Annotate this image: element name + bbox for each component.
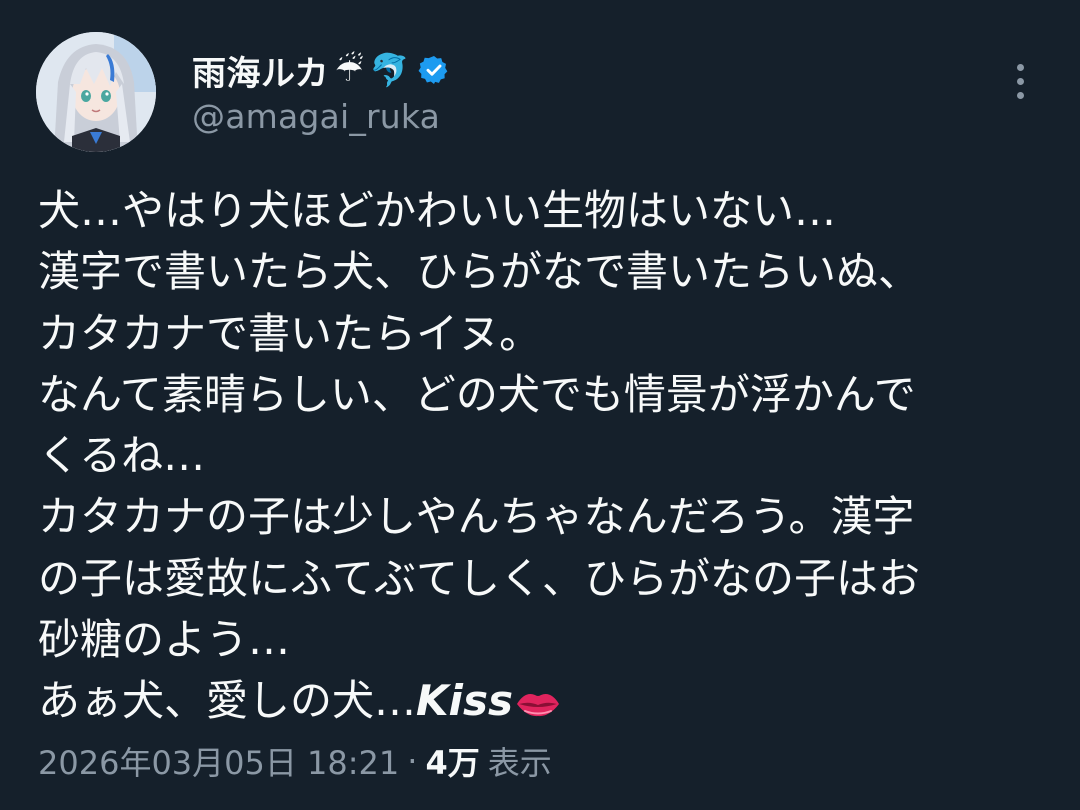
author-name-row[interactable]: 雨海ルカ ☔ 🐬	[192, 44, 450, 96]
tweet-line-last-text: あぁ犬、愛しの犬…	[38, 676, 417, 726]
tweet-line: カタカナで書いたらイヌ。	[38, 308, 542, 358]
tweet-line: 犬…やはり犬ほどかわいい生物はいない…	[38, 186, 837, 235]
dolphin-emoji: 🐬	[369, 51, 410, 89]
avatar[interactable]	[36, 32, 156, 152]
more-dot	[1016, 63, 1024, 71]
kiss-word: Kiss	[416, 676, 513, 726]
verified-badge-icon[interactable]	[418, 54, 450, 86]
more-dot	[1016, 77, 1024, 85]
tweet-detail: 雨海ルカ ☔ 🐬 @amagai_ruka 犬…やはり犬ほどかわいい生物はいない…	[0, 0, 1080, 810]
tweet-line: の子は愛故にふてぶてしく、ひらがなの子はお	[38, 553, 921, 603]
lips-icon	[515, 674, 561, 717]
tweet-timestamp[interactable]: 2026年03月05日 18:21	[38, 738, 399, 784]
tweet-text: 犬…やはり犬ほどかわいい生物はいない… 漢字で書いたら犬、ひらがなで書いたらいぬ…	[38, 180, 1048, 732]
tweet-line: 砂糖のよう…	[38, 615, 291, 665]
view-label: 表示	[487, 744, 552, 782]
more-vertical-icon[interactable]	[1000, 56, 1040, 106]
author-handle[interactable]: @amagai_ruka	[192, 97, 440, 136]
view-count[interactable]: 4万	[425, 738, 479, 784]
tweet-line: くるね…	[38, 431, 206, 481]
tweet-line-last: あぁ犬、愛しの犬…Kiss	[38, 670, 1048, 731]
tweet-line: カタカナの子は少しやんちゃなんだろう。漢字	[38, 492, 915, 542]
tweet-line: 漢字で書いたら犬、ひらがなで書いたらいぬ、	[38, 247, 921, 297]
tweet-line: なんて素晴らしい、どの犬でも情景が浮かんで	[38, 369, 916, 419]
author-display-name[interactable]: 雨海ルカ	[192, 46, 329, 95]
meta-separator: ·	[407, 742, 418, 780]
tweet-meta: 2026年03月05日 18:21 · 4万 表示	[38, 738, 552, 784]
more-dot	[1016, 91, 1024, 99]
umbrella-emoji: ☔	[334, 51, 364, 89]
